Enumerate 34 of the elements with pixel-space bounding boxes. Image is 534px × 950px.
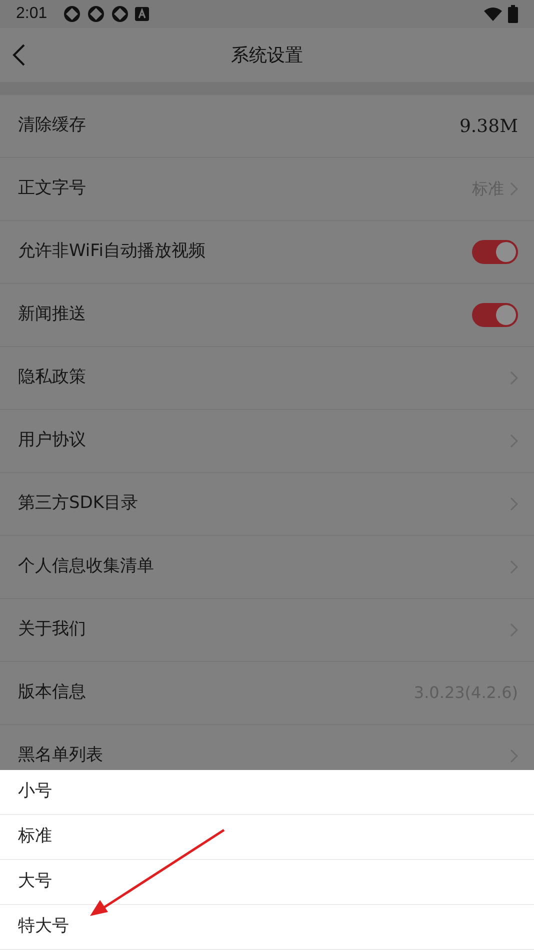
battery-icon — [508, 5, 518, 23]
row-label: 允许非WiFi自动播放视频 — [18, 240, 206, 264]
settings-row[interactable]: 个人信息收集清单 — [0, 536, 534, 599]
row-value: 9.38M — [459, 114, 518, 138]
app-icon — [63, 5, 82, 23]
settings-row[interactable]: 用户协议 — [0, 410, 534, 473]
row-label: 隐私政策 — [18, 366, 86, 390]
settings-row[interactable]: 隐私政策 — [0, 347, 534, 410]
font-size-option[interactable]: 大号 — [18, 869, 52, 895]
page-title: 系统设置 — [231, 44, 303, 68]
toggle-switch[interactable] — [472, 240, 518, 264]
font-size-option[interactable]: 特大号 — [18, 914, 69, 940]
row-label: 第三方SDK目录 — [18, 492, 138, 516]
row-label: 版本信息 — [18, 681, 86, 704]
status-time: 2:01 — [16, 4, 48, 24]
row-label: 新闻推送 — [18, 303, 86, 326]
settings-row[interactable]: 清除缓存 9.38M — [0, 95, 534, 158]
row-label: 关于我们 — [18, 618, 86, 642]
settings-row[interactable]: 关于我们 — [0, 599, 534, 662]
notification-icon — [135, 7, 150, 21]
row-label: 正文字号 — [18, 177, 86, 200]
row-label: 清除缓存 — [18, 114, 86, 138]
settings-row[interactable]: 允许非WiFi自动播放视频 — [0, 221, 534, 284]
settings-row[interactable]: 第三方SDK目录 — [0, 473, 534, 536]
app-icon — [111, 5, 130, 23]
row-label: 用户协议 — [18, 429, 86, 452]
back-icon[interactable] — [12, 43, 26, 67]
row-label: 黑名单列表 — [18, 744, 103, 768]
toggle-switch[interactable] — [472, 303, 518, 327]
font-size-option[interactable]: 标准 — [18, 824, 52, 850]
settings-row[interactable]: 新闻推送 — [0, 284, 534, 347]
wifi-icon — [484, 7, 502, 21]
row-label: 个人信息收集清单 — [18, 555, 154, 578]
app-icon — [87, 5, 106, 23]
